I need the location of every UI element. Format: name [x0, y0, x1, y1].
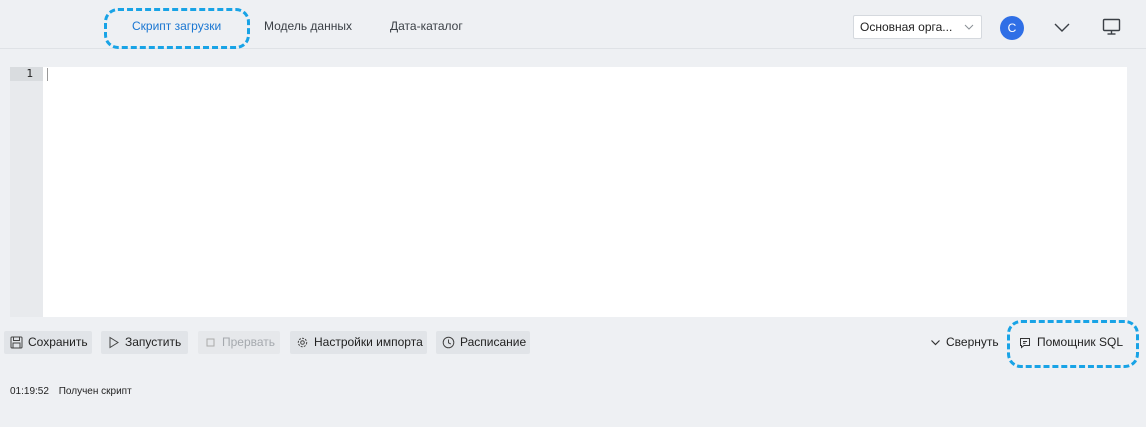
script-editor[interactable]: 1 — [10, 67, 1127, 317]
log-timestamp: 01:19:52 — [10, 386, 49, 397]
organization-select-value: Основная орга... — [860, 20, 953, 34]
play-icon — [109, 336, 119, 349]
text-cursor — [47, 68, 48, 81]
chevron-down-icon[interactable] — [1053, 19, 1071, 37]
stop-icon — [206, 338, 215, 347]
save-icon — [10, 336, 23, 349]
log-message: Получен скрипт — [58, 386, 132, 397]
bottom-toolbar: Сохранить Запустить Прервать Настройки и… — [0, 318, 1146, 368]
sql-assistant-button[interactable]: Помощник SQL — [1019, 331, 1123, 354]
chevron-down-icon — [964, 24, 974, 30]
log-output: 01:19:52 Получен скрипт — [10, 386, 132, 397]
sql-assistant-label: Помощник SQL — [1037, 335, 1124, 349]
gear-icon — [297, 337, 308, 348]
stop-label: Прервать — [222, 335, 276, 349]
run-label: Запустить — [125, 335, 182, 349]
import-settings-button[interactable]: Настройки импорта — [290, 331, 427, 354]
clock-icon — [442, 336, 455, 349]
stop-button[interactable]: Прервать — [198, 331, 280, 354]
log-entry: 01:19:52 Получен скрипт — [10, 386, 132, 397]
user-avatar[interactable]: C — [1000, 16, 1024, 40]
line-number-gutter: 1 — [10, 67, 43, 317]
app-window: Скрипт загрузки Модель данных Дата-катал… — [0, 0, 1146, 427]
organization-select[interactable]: Основная орга... — [853, 15, 982, 39]
line-number: 1 — [10, 67, 43, 81]
save-label: Сохранить — [28, 335, 88, 349]
run-button[interactable]: Запустить — [101, 331, 188, 354]
schedule-label: Расписание — [460, 335, 527, 349]
monitor-icon[interactable] — [1102, 18, 1121, 36]
top-navigation-bar: Скрипт загрузки Модель данных Дата-катал… — [0, 0, 1146, 49]
import-settings-label: Настройки импорта — [314, 335, 423, 349]
tab-data-model[interactable]: Модель данных — [264, 0, 352, 48]
save-button[interactable]: Сохранить — [4, 331, 92, 354]
collapse-button[interactable]: Свернуть — [930, 331, 999, 354]
schedule-button[interactable]: Расписание — [436, 331, 530, 354]
tab-load-script[interactable]: Скрипт загрузки — [132, 0, 221, 48]
chevron-down-icon — [931, 340, 940, 346]
chat-icon — [1020, 338, 1030, 349]
tab-data-catalog[interactable]: Дата-каталог — [390, 0, 463, 48]
collapse-label: Свернуть — [946, 335, 999, 349]
